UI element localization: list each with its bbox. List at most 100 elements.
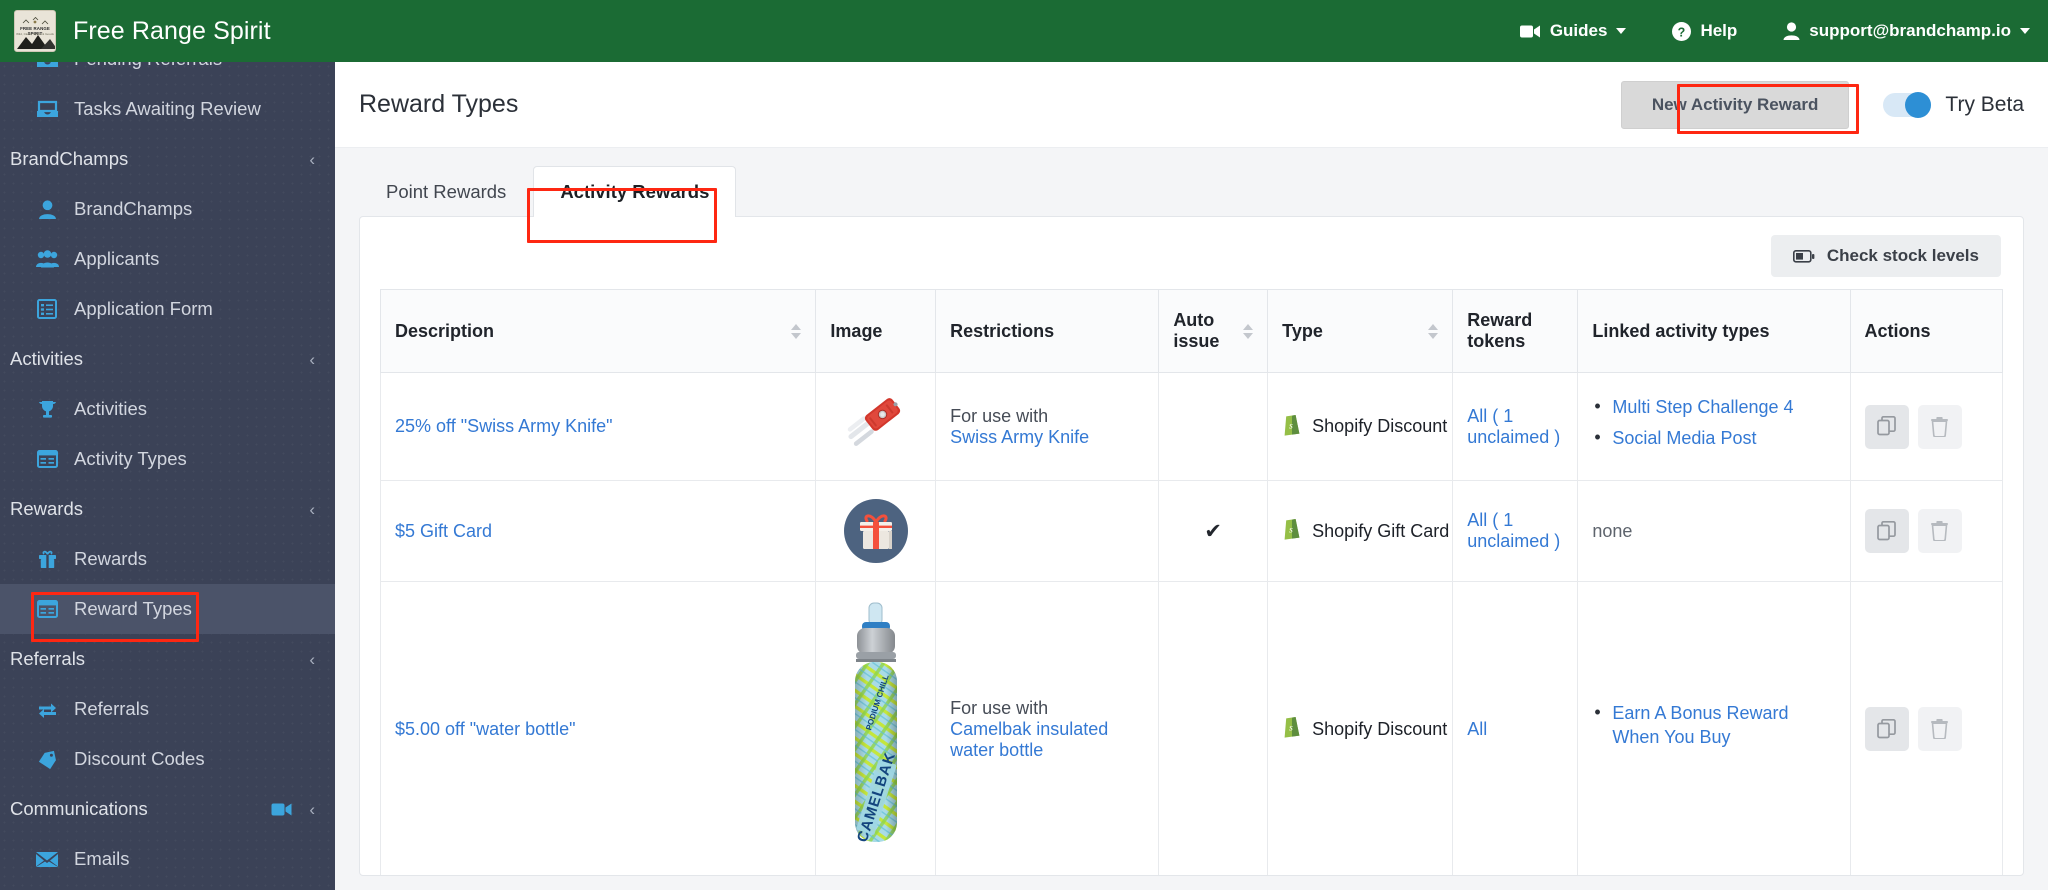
table-row: 25% off "Swiss Army Knife" For use with … [379,372,2004,481]
sidebar-group-activities[interactable]: Activities ‹ [0,334,335,384]
cell-linked-activity-types: none [1577,480,1851,582]
sidebar-group-communications[interactable]: Communications ‹ [0,784,335,834]
type-label: Shopify Discount [1312,718,1448,739]
column-label: Image [830,320,883,341]
reward-description-link[interactable]: 25% off "Swiss Army Knife" [395,416,613,436]
sort-icon[interactable] [791,323,802,339]
linked-activity-link[interactable]: Multi Step Challenge 4 [1612,397,1793,417]
duplicate-button[interactable] [1864,707,1909,751]
tab-point-rewards[interactable]: Point Rewards [359,166,533,217]
swiss-army-knife-photo [847,398,900,446]
sidebar-item-activity-types[interactable]: Activity Types [0,434,335,484]
sidebar-item-brandchamps[interactable]: BrandChamps [0,184,335,234]
sidebar-group-referrals[interactable]: Referrals ‹ [0,634,335,684]
cell-description: 25% off "Swiss Army Knife" [379,372,817,481]
reward-tokens-all-link[interactable]: All [1467,406,1487,426]
card-toolbar: Check stock levels [360,217,2023,289]
linked-activity-link[interactable]: Social Media Post [1612,428,1756,448]
tab-activity-rewards[interactable]: Activity Rewards [533,166,737,217]
page-title: Reward Types [359,90,519,118]
new-activity-reward-button[interactable]: New Activity Reward [1620,80,1850,129]
sort-icon[interactable] [1428,323,1439,339]
copy-icon [1876,718,1896,738]
video-camera-icon[interactable] [271,802,293,817]
table-icon [34,600,60,618]
table-body: 25% off "Swiss Army Knife" For use with … [379,372,2004,875]
question-circle-icon: ? [1672,21,1692,41]
svg-text:s: s [1289,723,1293,733]
duplicate-button[interactable] [1864,404,1909,449]
cell-type: s Shopify Discount [1267,581,1454,875]
nav-help[interactable]: ? Help [1672,21,1737,41]
try-beta-toggle[interactable] [1883,91,1932,118]
column-header-type[interactable]: Type [1267,289,1454,373]
check-stock-levels-button[interactable]: Check stock levels [1770,235,2001,277]
restriction-link[interactable]: Swiss Army Knife [950,427,1089,447]
nav-guides[interactable]: Guides [1519,21,1627,41]
cell-restrictions: For use with Camelbak insulated water bo… [935,581,1160,875]
sidebar-group-right: ‹ [309,501,315,518]
column-label: Actions [1864,320,1931,341]
sidebar-item-emails[interactable]: Emails [0,834,335,884]
svg-text:s: s [1289,421,1293,431]
cell-actions [1849,480,2004,582]
sidebar-item-activities[interactable]: Activities [0,384,335,434]
chevron-left-icon[interactable]: ‹ [309,651,315,668]
delete-button[interactable] [1917,509,1962,553]
sidebar-group-brandchamps[interactable]: BrandChamps ‹ [0,134,335,184]
trash-icon [1931,521,1949,541]
delete-button[interactable] [1917,404,1962,449]
reward-description-link[interactable]: $5 Gift Card [395,521,492,541]
sidebar-group-rewards[interactable]: Rewards ‹ [0,484,335,534]
sidebar-group-label: Rewards [10,498,83,519]
shopify-icon: s [1282,715,1302,743]
sidebar-item-reward-types[interactable]: Reward Types [0,584,335,634]
reward-tokens-all-link[interactable]: All [1467,719,1487,739]
form-icon [34,299,60,319]
user-icon [1783,22,1800,40]
chevron-left-icon[interactable]: ‹ [309,351,315,368]
retweet-icon [34,701,60,718]
sidebar-item-tasks-awaiting-review[interactable]: Tasks Awaiting Review [0,84,335,134]
trash-icon [1931,719,1949,739]
chevron-left-icon[interactable]: ‹ [309,501,315,518]
list-item[interactable]: Multi Step Challenge 4 [1594,395,1835,420]
sidebar-item-referrals[interactable]: Referrals [0,684,335,734]
sidebar-item-application-form[interactable]: Application Form [0,284,335,334]
cell-description: $5 Gift Card [379,480,817,582]
column-header-auto-issue[interactable]: Auto issue [1158,289,1269,373]
sidebar-item-rewards[interactable]: Rewards [0,534,335,584]
trash-icon [1931,416,1949,437]
column-label: Type [1282,320,1323,341]
try-beta-control[interactable]: Try Beta [1883,91,2024,118]
nav-account[interactable]: support@brandchamp.io [1783,21,2030,41]
sidebar-item-pending-referrals[interactable]: Pending Referrals [0,62,335,84]
column-label: Reward tokens [1467,310,1533,351]
brand-logo: FREE RANGE SPIRIT Wild, Clean, Spirits &… [14,10,56,52]
column-label: Restrictions [950,320,1055,341]
reward-description-link[interactable]: $5.00 off "water bottle" [395,719,576,739]
sidebar-item-applicants[interactable]: Applicants [0,234,335,284]
copy-icon [1876,520,1896,540]
cell-linked-activity-types: Multi Step Challenge 4 Social Media Post [1577,372,1851,481]
delete-button[interactable] [1917,707,1962,751]
sidebar-group-right: ‹ [309,651,315,668]
copy-icon [1876,416,1896,436]
duplicate-button[interactable] [1864,509,1909,553]
sidebar-item-label: Applicants [74,248,160,269]
cell-image [815,372,937,481]
list-item[interactable]: Social Media Post [1594,426,1835,451]
sort-icon[interactable] [1243,323,1254,339]
column-header-description[interactable]: Description [379,289,817,373]
list-item[interactable]: Earn A Bonus Reward When You Buy [1594,701,1835,750]
video-camera-icon [1519,24,1541,39]
column-header-reward-tokens: Reward tokens [1452,289,1579,373]
sidebar-navigation[interactable]: Pending Referrals Tasks Awaiting Review … [0,62,335,890]
envelope-icon [34,851,60,867]
chevron-left-icon[interactable]: ‹ [309,801,315,818]
sidebar-item-discount-codes[interactable]: Discount Codes [0,734,335,784]
restriction-link[interactable]: Camelbak insulated water bottle [950,719,1108,760]
reward-tokens-all-link[interactable]: All [1467,510,1487,530]
linked-activity-link[interactable]: Earn A Bonus Reward When You Buy [1612,703,1788,747]
chevron-left-icon[interactable]: ‹ [309,151,315,168]
